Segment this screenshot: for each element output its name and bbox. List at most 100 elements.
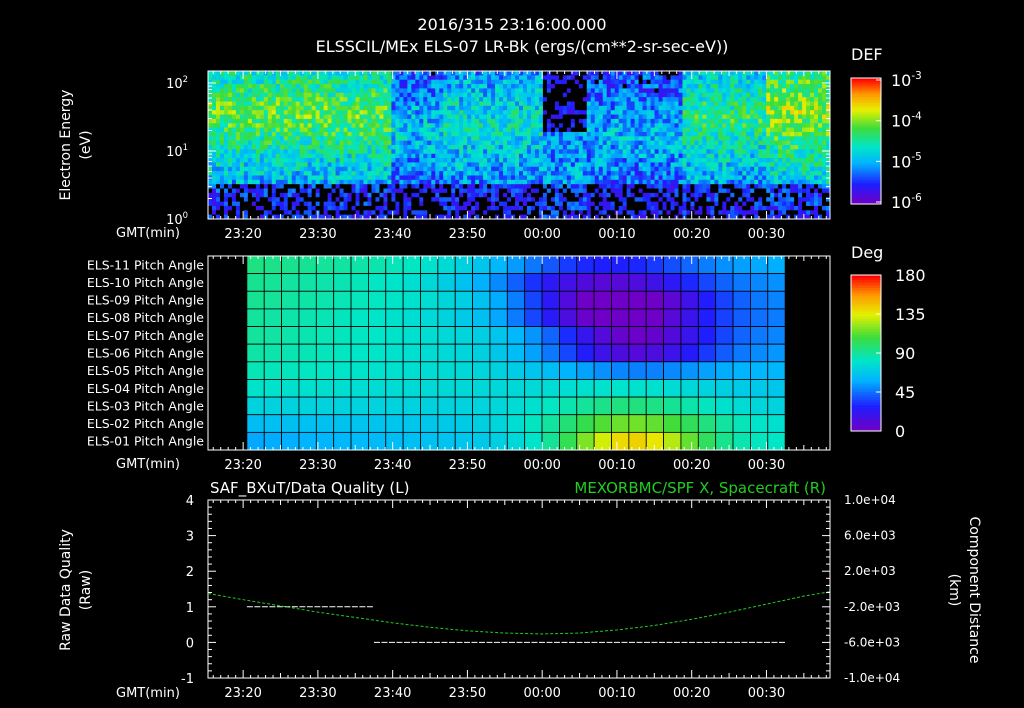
spectrogram-cell [235, 171, 241, 176]
spectrogram-cell [770, 149, 775, 155]
spectrogram-cell [303, 162, 309, 168]
spectrogram-cell [682, 166, 687, 172]
spectrogram-cell [311, 123, 317, 128]
spectrogram-cell [750, 118, 755, 124]
spectrogram-cell [642, 127, 647, 133]
spectrogram-cell [335, 166, 340, 172]
spectrogram-cell [383, 140, 388, 146]
spectrogram-cell [383, 205, 388, 211]
spectrogram-cell [542, 105, 548, 111]
spectrogram-cell [311, 127, 317, 133]
spectrogram-cell [391, 136, 396, 142]
spectrogram-cell [746, 71, 751, 76]
spectrogram-cell [359, 188, 364, 194]
spectrogram-cell [742, 153, 747, 159]
spectrogram-cell [594, 140, 600, 146]
spectrogram-cell [570, 79, 576, 85]
spectrogram-cell [271, 118, 277, 124]
spectrogram-cell [618, 118, 624, 124]
spectrogram-cell [223, 105, 229, 111]
spectrogram-cell [491, 127, 496, 133]
spectrogram-cell [698, 192, 703, 198]
spectrogram-cell [738, 171, 743, 176]
spectrogram-cell [411, 179, 416, 185]
spectrogram-cell [427, 84, 432, 89]
spectrogram-cell [507, 105, 512, 111]
spectrogram-cell [786, 118, 791, 124]
spectrogram-cell [530, 101, 536, 107]
spectrogram-cell [387, 136, 392, 142]
spectrogram-cell [223, 97, 229, 102]
spectrogram-cell [475, 171, 480, 176]
spectrogram-cell [538, 179, 544, 185]
spectrogram-cell [694, 123, 699, 128]
spectrogram-cell [678, 171, 683, 176]
spectrogram-cell [211, 127, 217, 133]
spectrogram-cell [519, 171, 524, 176]
spectrogram-cell [215, 166, 221, 172]
spectrogram-cell [307, 127, 313, 133]
spectrogram-cell [515, 110, 520, 115]
spectrogram-cell [427, 136, 432, 142]
spectrogram-cell [211, 123, 217, 128]
spectrogram-cell [538, 188, 544, 194]
spectrogram-cell [355, 184, 360, 189]
spectrogram-cell [347, 197, 352, 202]
spectrogram-cell [610, 166, 616, 172]
spectrogram-cell [247, 188, 253, 194]
spectrogram-cell [443, 197, 448, 202]
spectrogram-cell [602, 97, 608, 102]
spectrogram-cell [714, 166, 719, 172]
spectrogram-cell [351, 79, 356, 85]
spectrogram-cell [574, 140, 580, 146]
spectrogram-cell [618, 184, 624, 189]
spectrogram-cell [638, 188, 644, 194]
spectrogram-cell [431, 158, 436, 163]
spectrogram-cell [391, 97, 396, 102]
spectrogram-cell [451, 201, 456, 207]
spectrogram-cell [507, 127, 512, 133]
spectrogram-cell [522, 123, 528, 128]
spectrogram-cell [323, 114, 329, 120]
spectrogram-cell [208, 179, 213, 185]
spectrogram-cell [770, 97, 775, 102]
spectrogram-cell [546, 192, 552, 198]
spectrogram-cell [626, 153, 632, 159]
spectrogram-cell [722, 97, 727, 102]
spectrogram-cell [387, 75, 392, 81]
spectrogram-cell [670, 184, 675, 189]
spectrogram-cell [343, 97, 348, 102]
spectrogram-cell [363, 205, 368, 211]
spectrogram-cell [447, 162, 452, 168]
spectrogram-cell [327, 79, 333, 85]
spectrogram-cell [359, 114, 364, 120]
spectrogram-cell [586, 192, 592, 198]
spectrogram-cell [335, 136, 340, 142]
spectrogram-cell [674, 110, 679, 115]
spectrogram-cell [626, 131, 632, 137]
spectrogram-cell [407, 179, 412, 185]
spectrogram-cell [670, 158, 675, 163]
spectrogram-cell [686, 175, 691, 181]
spectrogram-cell [750, 201, 755, 207]
spectrogram-cell [686, 136, 691, 142]
spectrogram-cell [686, 188, 691, 194]
spectrogram-cell [530, 79, 536, 85]
spectrogram-cell [235, 75, 241, 81]
spectrogram-cell [766, 145, 771, 150]
spectrogram-cell [259, 101, 265, 107]
spectrogram-cell [227, 114, 233, 120]
spectrogram-cell [339, 166, 344, 172]
spectrogram-cell [303, 192, 309, 198]
spectrogram-cell [267, 92, 273, 98]
spectrogram-cell [770, 192, 775, 198]
spectrogram-cell [519, 92, 524, 98]
spectrogram-cell [646, 201, 651, 207]
spectrogram-cell [483, 175, 488, 181]
spectrogram-cell [443, 101, 448, 107]
spectrogram-cell [467, 110, 472, 115]
spectrogram-cell [582, 105, 588, 111]
spectrogram-cell [459, 140, 464, 146]
spectrogram-cell [662, 197, 667, 202]
spectrogram-cell [766, 79, 771, 85]
